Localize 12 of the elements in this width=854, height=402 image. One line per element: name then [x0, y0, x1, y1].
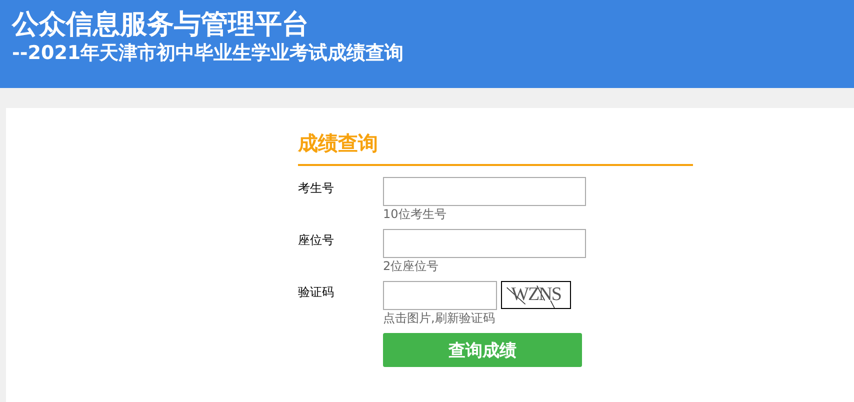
site-subtitle: --2021年天津市初中毕业生学业考试成绩查询	[12, 41, 404, 65]
field-label: 座位号	[298, 232, 335, 249]
field-label: 考生号	[298, 180, 335, 197]
input-field[interactable]	[383, 281, 497, 310]
form-heading: 成绩查询	[298, 128, 693, 166]
field-hint: 2位座位号	[383, 258, 439, 275]
field-hint: 点击图片,刷新验证码	[383, 310, 495, 327]
field-hint: 10位考生号	[383, 206, 446, 223]
site-title: 公众信息服务与管理平台	[12, 9, 309, 41]
input-field[interactable]	[383, 229, 586, 258]
field-label: 验证码	[298, 284, 335, 301]
input-field[interactable]	[383, 177, 586, 206]
